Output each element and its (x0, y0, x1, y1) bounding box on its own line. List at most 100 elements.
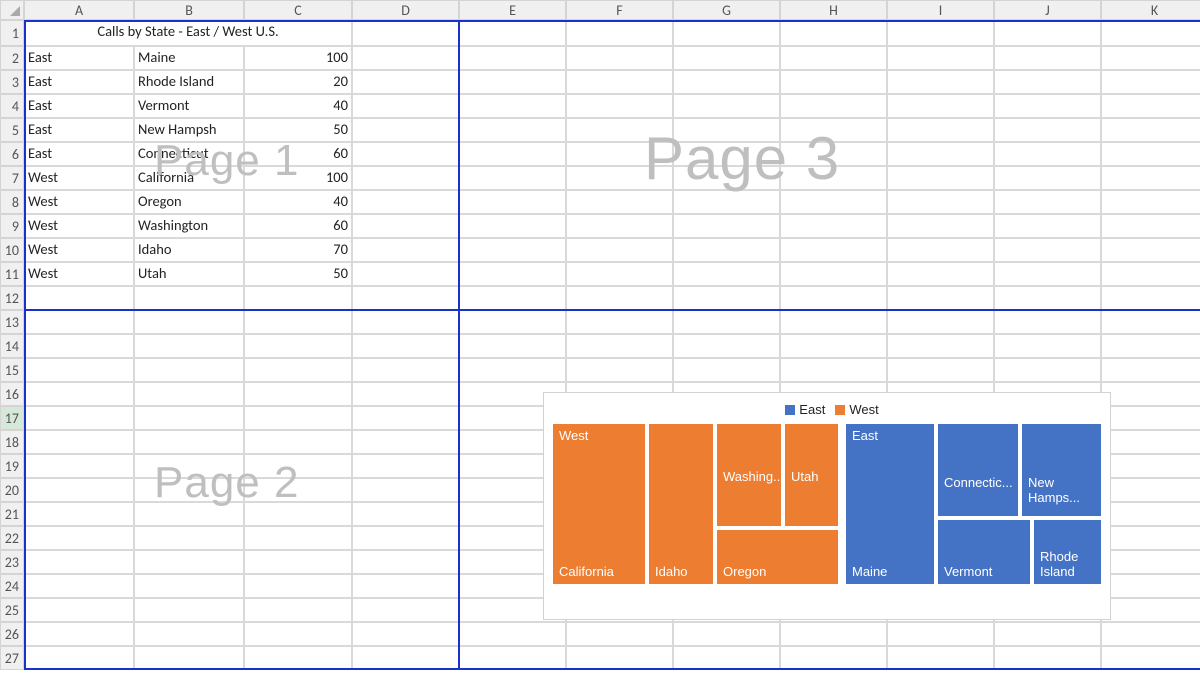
row-header-5[interactable]: 5 (0, 118, 24, 142)
cell-G27[interactable] (673, 646, 780, 670)
cell-K12[interactable] (1101, 286, 1200, 310)
cell-B14[interactable] (134, 334, 244, 358)
cell-I12[interactable] (887, 286, 994, 310)
cell-J3[interactable] (994, 70, 1101, 94)
cell-B22[interactable] (134, 526, 244, 550)
cell-D18[interactable] (352, 430, 459, 454)
row-header-22[interactable]: 22 (0, 526, 24, 550)
col-header-A[interactable]: A (24, 0, 134, 20)
cell-K9[interactable] (1101, 214, 1200, 238)
cell-G9[interactable] (673, 214, 780, 238)
col-header-K[interactable]: K (1101, 0, 1200, 20)
cell-D10[interactable] (352, 238, 459, 262)
cell-K7[interactable] (1101, 166, 1200, 190)
cell-K1[interactable] (1101, 20, 1200, 46)
cell-A10[interactable]: West (24, 238, 134, 262)
cell-H8[interactable] (780, 190, 887, 214)
select-all-corner[interactable] (0, 0, 24, 20)
cell-E1[interactable] (459, 20, 566, 46)
cell-I4[interactable] (887, 94, 994, 118)
row-header-24[interactable]: 24 (0, 574, 24, 598)
cell-J12[interactable] (994, 286, 1101, 310)
cell-K13[interactable] (1101, 310, 1200, 334)
cell-H5[interactable] (780, 118, 887, 142)
cell-G10[interactable] (673, 238, 780, 262)
cell-A13[interactable] (24, 310, 134, 334)
cell-A15[interactable] (24, 358, 134, 382)
cell-D6[interactable] (352, 142, 459, 166)
cell-A20[interactable] (24, 478, 134, 502)
cell-J1[interactable] (994, 20, 1101, 46)
cell-G7[interactable] (673, 166, 780, 190)
cell-I27[interactable] (887, 646, 994, 670)
cell-E3[interactable] (459, 70, 566, 94)
row-header-4[interactable]: 4 (0, 94, 24, 118)
cell-A23[interactable] (24, 550, 134, 574)
cell-F12[interactable] (566, 286, 673, 310)
cell-C25[interactable] (244, 598, 352, 622)
cell-B20[interactable] (134, 478, 244, 502)
row-header-18[interactable]: 18 (0, 430, 24, 454)
col-header-C[interactable]: C (244, 0, 352, 20)
cell-D5[interactable] (352, 118, 459, 142)
cell-E10[interactable] (459, 238, 566, 262)
cell-H14[interactable] (780, 334, 887, 358)
cell-C23[interactable] (244, 550, 352, 574)
cell-I8[interactable] (887, 190, 994, 214)
cell-G4[interactable] (673, 94, 780, 118)
cell-A1[interactable]: Calls by State - East / West U.S. (24, 20, 352, 46)
cell-C8[interactable]: 40 (244, 190, 352, 214)
cell-A4[interactable]: East (24, 94, 134, 118)
cell-K3[interactable] (1101, 70, 1200, 94)
col-header-J[interactable]: J (994, 0, 1101, 20)
col-header-F[interactable]: F (566, 0, 673, 20)
cell-H13[interactable] (780, 310, 887, 334)
cell-K6[interactable] (1101, 142, 1200, 166)
row-header-21[interactable]: 21 (0, 502, 24, 526)
cell-I2[interactable] (887, 46, 994, 70)
row-header-13[interactable]: 13 (0, 310, 24, 334)
col-header-E[interactable]: E (459, 0, 566, 20)
cell-B7[interactable]: California (134, 166, 244, 190)
cell-B16[interactable] (134, 382, 244, 406)
cell-A24[interactable] (24, 574, 134, 598)
cell-C18[interactable] (244, 430, 352, 454)
cell-C15[interactable] (244, 358, 352, 382)
cell-K25[interactable] (1101, 598, 1200, 622)
cell-F15[interactable] (566, 358, 673, 382)
cell-A18[interactable] (24, 430, 134, 454)
cell-J13[interactable] (994, 310, 1101, 334)
cell-K23[interactable] (1101, 550, 1200, 574)
cell-D15[interactable] (352, 358, 459, 382)
cell-B26[interactable] (134, 622, 244, 646)
cell-K18[interactable] (1101, 430, 1200, 454)
row-header-9[interactable]: 9 (0, 214, 24, 238)
cell-C13[interactable] (244, 310, 352, 334)
cell-G1[interactable] (673, 20, 780, 46)
cell-F1[interactable] (566, 20, 673, 46)
cell-A25[interactable] (24, 598, 134, 622)
cell-F4[interactable] (566, 94, 673, 118)
cell-D7[interactable] (352, 166, 459, 190)
cell-C17[interactable] (244, 406, 352, 430)
cell-H9[interactable] (780, 214, 887, 238)
cell-D27[interactable] (352, 646, 459, 670)
cell-A14[interactable] (24, 334, 134, 358)
cell-I1[interactable] (887, 20, 994, 46)
cell-K8[interactable] (1101, 190, 1200, 214)
col-header-I[interactable]: I (887, 0, 994, 20)
cell-F13[interactable] (566, 310, 673, 334)
cell-G3[interactable] (673, 70, 780, 94)
cell-A9[interactable]: West (24, 214, 134, 238)
row-header-16[interactable]: 16 (0, 382, 24, 406)
cell-F2[interactable] (566, 46, 673, 70)
cell-K4[interactable] (1101, 94, 1200, 118)
cell-B24[interactable] (134, 574, 244, 598)
cell-D13[interactable] (352, 310, 459, 334)
cell-H4[interactable] (780, 94, 887, 118)
cell-K14[interactable] (1101, 334, 1200, 358)
cell-E8[interactable] (459, 190, 566, 214)
cell-K21[interactable] (1101, 502, 1200, 526)
cell-H1[interactable] (780, 20, 887, 46)
cell-J11[interactable] (994, 262, 1101, 286)
